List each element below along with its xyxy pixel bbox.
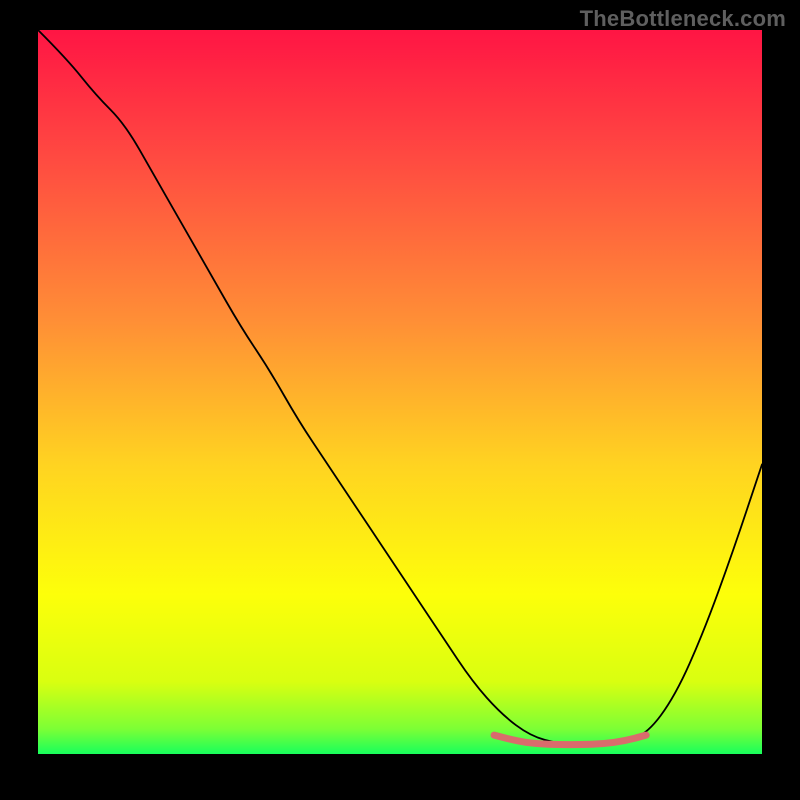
bottleneck-plot [38,30,762,754]
chart-container: TheBottleneck.com [0,0,800,800]
watermark-label: TheBottleneck.com [580,6,786,32]
plot-svg [38,30,762,754]
plot-background [38,30,762,754]
